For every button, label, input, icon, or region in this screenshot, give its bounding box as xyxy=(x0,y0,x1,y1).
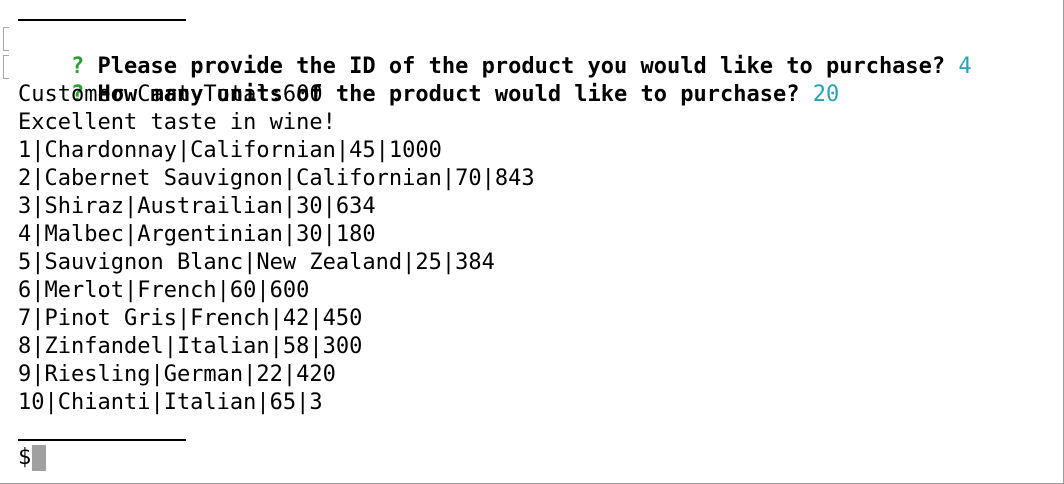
message-line: Excellent taste in wine! xyxy=(18,110,336,135)
product-row: 8|Zinfandel|Italian|58|300 xyxy=(18,334,363,359)
separator-top xyxy=(18,19,186,21)
prompt-bracket-1 xyxy=(3,27,9,51)
prompt-line-units: ? How many units of the product would li… xyxy=(18,53,839,107)
product-row: 3|Shiraz|Austrailian|30|634 xyxy=(18,194,376,219)
product-row: 5|Sauvignon Blanc|New Zealand|25|384 xyxy=(18,250,495,275)
product-row: 2|Cabernet Sauvignon|Californian|70|843 xyxy=(18,166,535,191)
prompt-line-product-id: ? Please provide the ID of the product y… xyxy=(18,25,972,79)
shell-prompt: $ xyxy=(18,445,32,470)
product-row: 9|Riesling|German|22|420 xyxy=(18,362,336,387)
separator-bottom xyxy=(18,439,186,441)
terminal-window[interactable]: ? Please provide the ID of the product y… xyxy=(0,0,1064,484)
text-cursor[interactable] xyxy=(32,445,46,471)
prompt-answer: 20 xyxy=(812,82,840,107)
product-row: 7|Pinot Gris|French|42|450 xyxy=(18,306,363,331)
product-row: 10|Chianti|Italian|65|3 xyxy=(18,390,323,415)
cart-total-line: Customer Cart Total:600 xyxy=(18,82,323,107)
product-row: 6|Merlot|French|60|600 xyxy=(18,278,310,303)
product-row: 1|Chardonnay|Californian|45|1000 xyxy=(18,138,442,163)
prompt-answer: 4 xyxy=(958,54,972,79)
product-row: 4|Malbec|Argentinian|30|180 xyxy=(18,222,376,247)
prompt-bracket-2 xyxy=(3,55,9,79)
